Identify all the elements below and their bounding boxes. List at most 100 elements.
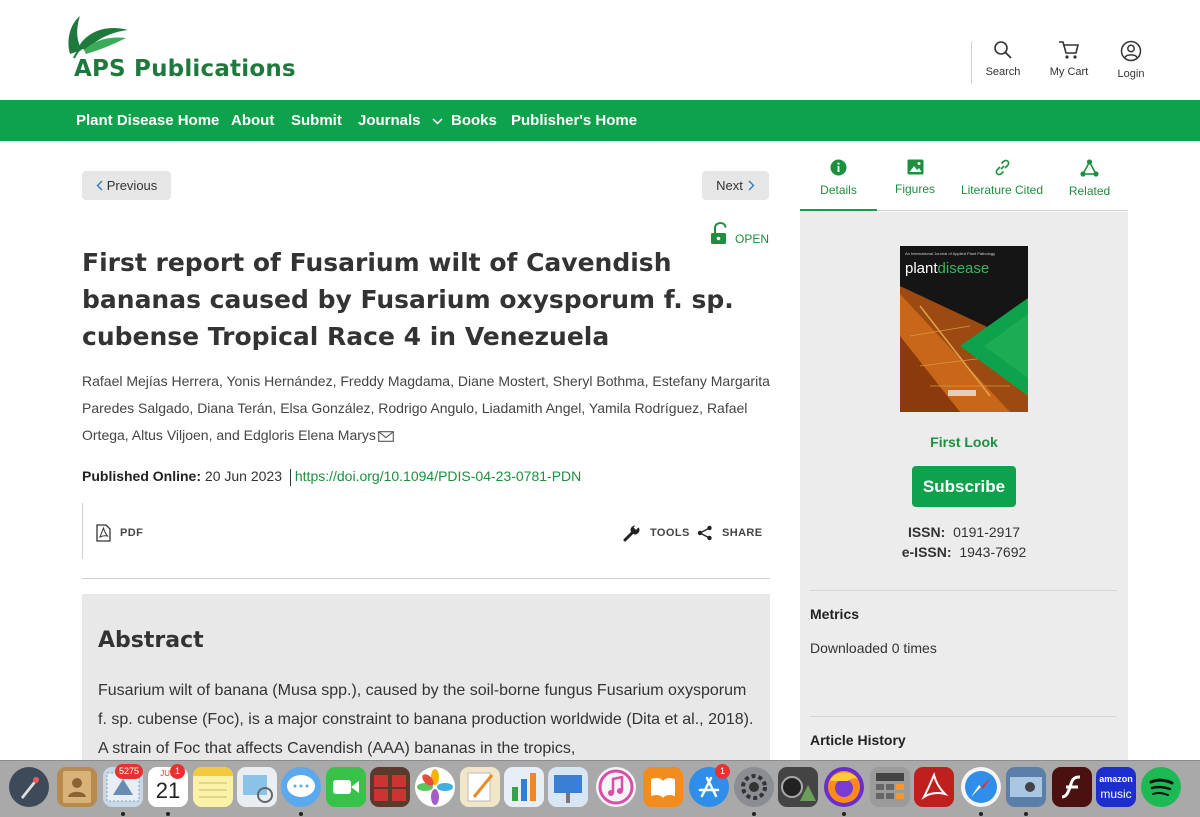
search-icon bbox=[994, 41, 1012, 59]
unlock-icon bbox=[711, 222, 727, 244]
calculator-icon[interactable] bbox=[870, 767, 910, 807]
contacts-icon[interactable] bbox=[57, 767, 97, 807]
cart-icon bbox=[1059, 41, 1080, 59]
numbers-icon[interactable] bbox=[504, 767, 544, 807]
nav-about[interactable]: About bbox=[231, 100, 274, 141]
amazon-music-icon[interactable]: amazon music bbox=[1096, 767, 1136, 807]
authors-text[interactable]: Rafael Mejías Herrera, Yonis Hernández, … bbox=[82, 373, 770, 443]
previous-label: Previous bbox=[106, 178, 158, 193]
info-icon bbox=[830, 159, 847, 176]
tab-related[interactable]: Related bbox=[1051, 159, 1128, 211]
next-button[interactable]: Next bbox=[702, 171, 769, 200]
eissn-label: e-ISSN: bbox=[901, 544, 952, 560]
nav-plant-disease-home[interactable]: Plant Disease Home bbox=[76, 100, 219, 141]
metrics-heading: Metrics bbox=[810, 606, 860, 622]
cover-title: plantdisease bbox=[905, 260, 989, 277]
eissn-row: e-ISSN: 1943-7692 bbox=[800, 542, 1128, 562]
issn-value: 0191-2917 bbox=[953, 524, 1021, 540]
amazon-music-label-2: music bbox=[1100, 787, 1132, 801]
logo-text: APS Publications bbox=[74, 56, 296, 82]
tools-label: TOOLS bbox=[650, 527, 690, 539]
search-label: Search bbox=[985, 66, 1021, 78]
site-header: APS Publications Search My Cart Login bbox=[0, 0, 1200, 100]
itunes-icon[interactable] bbox=[596, 767, 636, 807]
share-label: SHARE bbox=[722, 527, 763, 539]
launchpad-icon[interactable] bbox=[9, 767, 49, 807]
firefox-icon[interactable] bbox=[824, 767, 864, 807]
published-label: Published Online: bbox=[82, 468, 202, 484]
tools-button[interactable]: TOOLS bbox=[623, 523, 690, 543]
system-preferences-icon[interactable] bbox=[734, 767, 774, 807]
amazon-music-label-1: amazon bbox=[1099, 774, 1133, 784]
nav-books[interactable]: Books bbox=[451, 100, 497, 141]
journal-cover[interactable]: An International Journal of Applied Plan… bbox=[900, 246, 1028, 412]
pub-separator bbox=[289, 468, 291, 486]
login-label: Login bbox=[1117, 68, 1145, 80]
chevron-down-icon bbox=[432, 118, 443, 125]
related-network-icon bbox=[1080, 159, 1099, 177]
running-indicator bbox=[299, 812, 303, 816]
running-indicator bbox=[842, 812, 846, 816]
share-button[interactable]: SHARE bbox=[697, 523, 763, 543]
published-date: 20 Jun 2023 bbox=[204, 468, 282, 484]
running-indicator bbox=[121, 812, 125, 816]
cover-title-plant: plant bbox=[905, 260, 938, 277]
acrobat-icon[interactable] bbox=[914, 767, 954, 807]
running-indicator bbox=[752, 812, 756, 816]
article-history-heading[interactable]: Article History bbox=[810, 732, 906, 748]
messages-icon[interactable] bbox=[281, 767, 321, 807]
macos-dock: 5275 JUN 21 1 1 amazon music bbox=[0, 760, 1200, 817]
login-button[interactable]: Login bbox=[1096, 40, 1166, 86]
sidebar-divider bbox=[810, 716, 1117, 717]
safari-icon[interactable] bbox=[961, 767, 1001, 807]
user-icon bbox=[1120, 40, 1142, 62]
photos-icon[interactable] bbox=[415, 767, 455, 807]
sidebar-tabs: Details Figures Literature Cited Related bbox=[800, 141, 1128, 211]
tab-related-label: Related bbox=[1068, 184, 1111, 198]
subscribe-button[interactable]: Subscribe bbox=[912, 466, 1016, 507]
author-list: Rafael Mejías Herrera, Yonis Hernández, … bbox=[82, 368, 772, 449]
doi-link[interactable]: https://doi.org/10.1094/PDIS-04-23-0781-… bbox=[295, 468, 581, 484]
photo-booth-icon[interactable] bbox=[370, 767, 410, 807]
nav-journals[interactable]: Journals bbox=[358, 100, 443, 141]
image-capture-icon[interactable] bbox=[778, 767, 818, 807]
tab-figures[interactable]: Figures bbox=[877, 159, 953, 211]
app-store-badge: 1 bbox=[715, 764, 730, 779]
pdf-icon bbox=[96, 524, 111, 542]
calendar-day: 21 bbox=[155, 778, 181, 803]
tab-details[interactable]: Details bbox=[800, 159, 877, 211]
link-icon bbox=[995, 159, 1009, 176]
spotify-icon[interactable] bbox=[1141, 767, 1181, 807]
abstract-text: Fusarium wilt of banana (Musa spp.), cau… bbox=[98, 682, 754, 757]
metrics-downloads: Downloaded 0 times bbox=[810, 640, 937, 656]
chevron-left-icon bbox=[96, 180, 103, 191]
cart-button[interactable]: My Cart bbox=[1034, 40, 1104, 86]
article-title: First report of Fusarium wilt of Cavendi… bbox=[82, 248, 734, 351]
tab-literature-cited[interactable]: Literature Cited bbox=[953, 159, 1051, 211]
aps-logo[interactable]: APS Publications bbox=[64, 14, 304, 86]
flash-player-icon[interactable] bbox=[1052, 767, 1092, 807]
issn-info: ISSN: 0191-2917 e-ISSN: 1943-7692 bbox=[800, 522, 1128, 562]
issn-row: ISSN: 0191-2917 bbox=[800, 522, 1128, 542]
previous-button[interactable]: Previous bbox=[82, 171, 171, 200]
cart-label: My Cart bbox=[1049, 66, 1089, 78]
screenshot-icon[interactable] bbox=[1006, 767, 1046, 807]
preview-icon[interactable] bbox=[237, 767, 277, 807]
search-button[interactable]: Search bbox=[968, 40, 1038, 86]
email-icon[interactable] bbox=[378, 430, 394, 442]
first-look-link[interactable]: First Look bbox=[800, 434, 1128, 450]
facetime-icon[interactable] bbox=[326, 767, 366, 807]
sidebar-details-panel: An International Journal of Applied Plan… bbox=[800, 212, 1128, 760]
publication-info: Published Online: 20 Jun 2023 https://do… bbox=[82, 466, 581, 486]
pages-icon[interactable] bbox=[460, 767, 500, 807]
nav-publishers-home[interactable]: Publisher's Home bbox=[511, 100, 637, 141]
keynote-icon[interactable] bbox=[548, 767, 588, 807]
books-icon[interactable] bbox=[643, 767, 683, 807]
share-icon bbox=[697, 525, 712, 541]
nav-submit[interactable]: Submit bbox=[291, 100, 342, 141]
pdf-label: PDF bbox=[120, 527, 144, 539]
pdf-button[interactable]: PDF bbox=[96, 523, 143, 543]
notes-icon[interactable] bbox=[193, 767, 233, 807]
running-indicator bbox=[1024, 812, 1028, 816]
running-indicator bbox=[979, 812, 983, 816]
